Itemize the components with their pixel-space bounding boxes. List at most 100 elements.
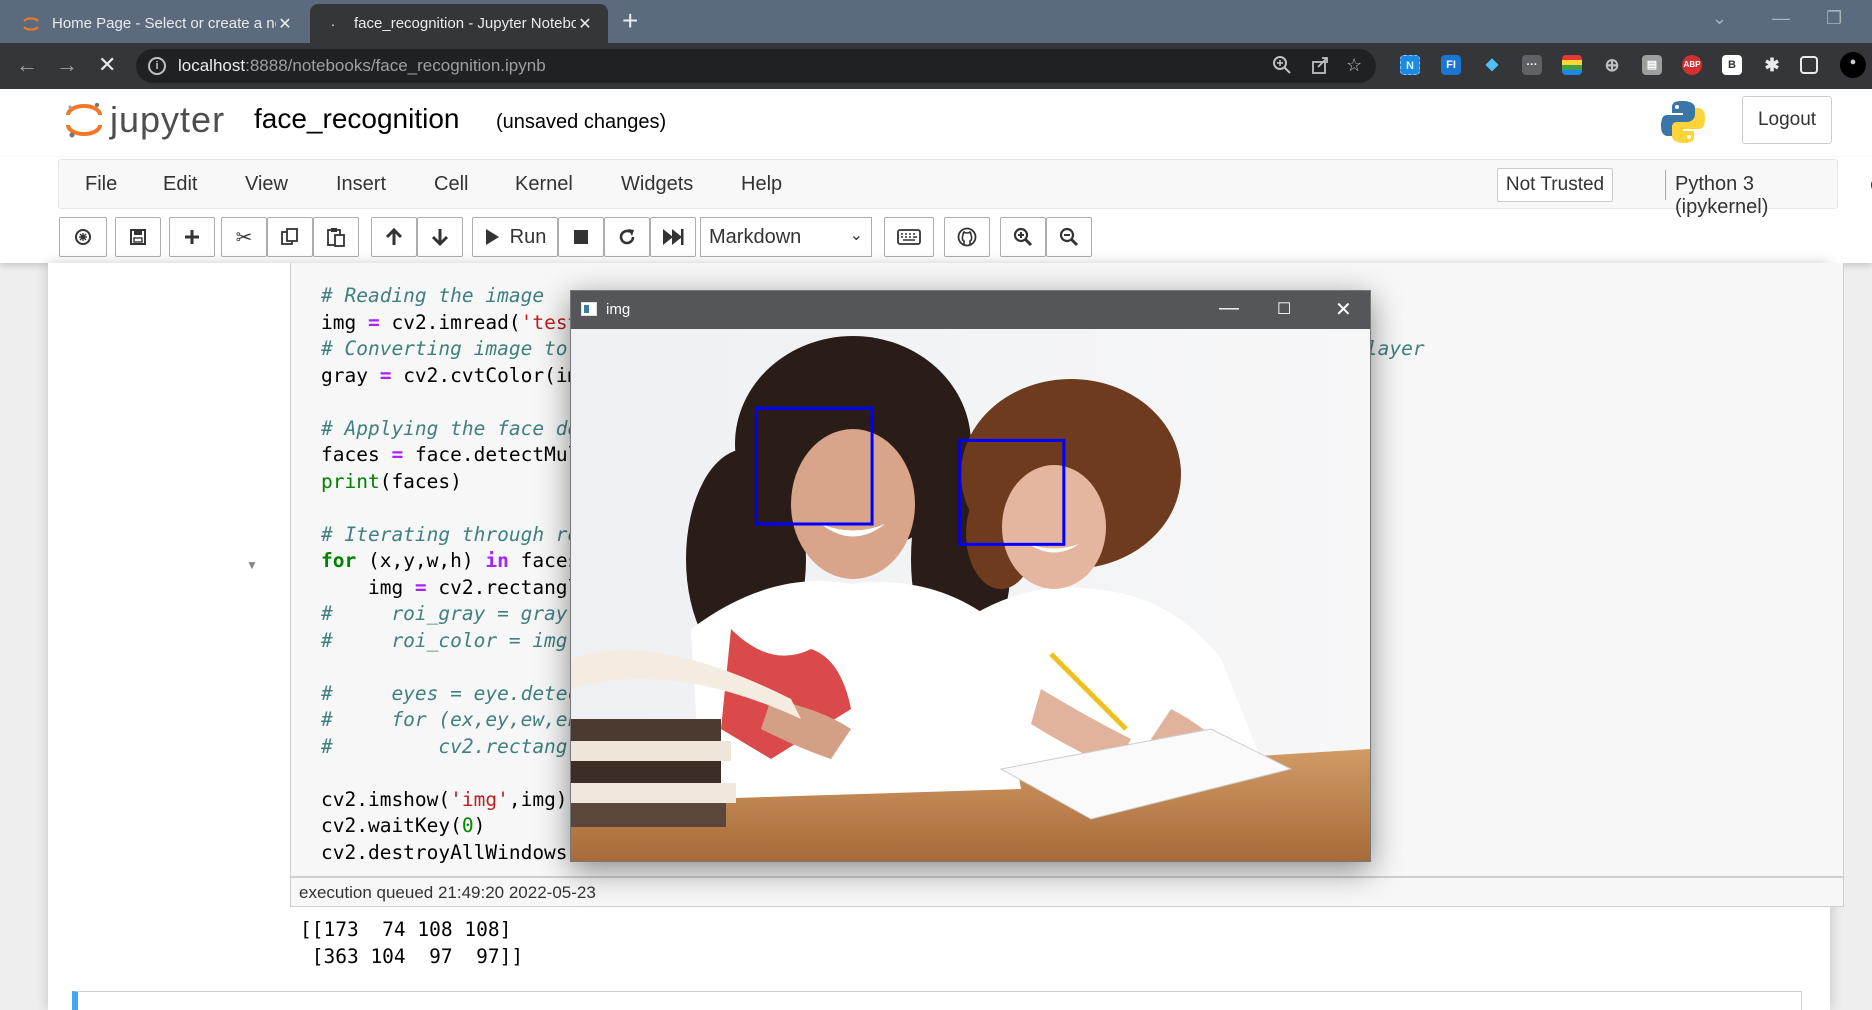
restart-icon <box>619 229 635 245</box>
stop-loading-icon[interactable]: ✕ <box>98 52 116 78</box>
zoom-in-button[interactable] <box>1000 217 1046 257</box>
logout-button[interactable]: Logout <box>1742 96 1832 144</box>
tab-close-icon[interactable]: ✕ <box>276 14 294 34</box>
extension-diamond-icon[interactable]: ◆ <box>1482 55 1502 75</box>
output-line: [[173 74 108 108] <box>300 918 512 941</box>
jupyter-logo-icon[interactable] <box>64 99 104 139</box>
copy-icon <box>281 228 298 245</box>
extension-globe-icon[interactable]: ⊕ <box>1602 55 1622 75</box>
github-button[interactable] <box>944 217 990 257</box>
menu-widgets[interactable]: Widgets <box>621 173 693 196</box>
loading-icon: · <box>330 15 336 32</box>
keyboard-shortcuts-button[interactable] <box>884 217 934 257</box>
command-palette-button[interactable] <box>59 217 107 257</box>
github-icon <box>957 227 977 247</box>
profile-avatar[interactable]: ● <box>1840 52 1866 78</box>
tab-title: Home Page - Select or create a notebook <box>52 15 276 32</box>
restart-button[interactable] <box>604 217 650 257</box>
extension-abp-icon[interactable]: ABP <box>1682 55 1702 75</box>
photo-two-students <box>571 329 1370 861</box>
menu-view[interactable]: View <box>245 173 288 196</box>
cell-type-select[interactable]: Markdown ⌄ <box>700 217 872 257</box>
detected-faces-image <box>571 329 1370 861</box>
minimize-icon[interactable]: — <box>1772 8 1790 29</box>
extension-fi-icon[interactable]: FI <box>1441 55 1461 75</box>
menu-edit[interactable]: Edit <box>163 173 197 196</box>
url-text[interactable]: localhost:8888/notebooks/face_recognitio… <box>178 56 546 76</box>
save-status: (unsaved changes) <box>496 111 667 133</box>
kernel-name[interactable]: Python 3 (ipykernel) <box>1675 173 1837 219</box>
opencv-image-window[interactable]: img — ☐ ✕ <box>570 290 1371 862</box>
chevron-down-icon: ⌄ <box>849 227 863 244</box>
extension-n-icon[interactable]: N <box>1400 55 1420 75</box>
interrupt-button[interactable] <box>558 217 604 257</box>
forward-icon[interactable]: → <box>56 52 78 78</box>
menu-cell[interactable]: Cell <box>434 173 468 196</box>
share-icon[interactable] <box>1310 55 1330 80</box>
cell-output: [[173 74 108 108] [363 104 97 97]] <box>300 917 523 970</box>
extension-stack-icon[interactable] <box>1562 55 1582 75</box>
side-panel-icon[interactable] <box>1800 56 1818 74</box>
menu-file[interactable]: File <box>85 173 117 196</box>
zoom-in-icon <box>1013 227 1033 247</box>
extensions-puzzle-icon[interactable]: ✱ <box>1762 55 1782 75</box>
browser-nav-bar: ← → ✕ i localhost:8888/notebooks/face_re… <box>0 43 1872 89</box>
maximize-icon[interactable]: ☐ <box>1277 299 1291 319</box>
paste-button[interactable] <box>313 217 359 257</box>
menu-insert[interactable]: Insert <box>336 173 386 196</box>
kernel-separator <box>1665 170 1666 200</box>
move-up-icon <box>385 227 403 245</box>
extension-printer-icon[interactable]: ▤ <box>1642 55 1662 75</box>
add-cell-icon <box>185 230 199 244</box>
output-line: [363 104 97 97]] <box>300 944 524 968</box>
notebook-name[interactable]: face_recognition <box>254 103 459 135</box>
tab-face-recognition[interactable]: · face_recognition - Jupyter Notebook ✕ <box>310 4 608 43</box>
jupyter-wordmark[interactable]: jupyter <box>110 99 225 141</box>
tab-search-icon[interactable]: ⌄ <box>1712 8 1727 29</box>
zoom-out-button[interactable] <box>1046 217 1092 257</box>
menu-help[interactable]: Help <box>741 173 782 196</box>
browser-tab-bar: Home Page - Select or create a notebook … <box>0 0 1872 43</box>
address-bar[interactable]: i localhost:8888/notebooks/face_recognit… <box>136 49 1376 83</box>
copy-button[interactable] <box>267 217 313 257</box>
run-button[interactable]: Run <box>472 217 558 257</box>
cell-type-value: Markdown <box>709 226 802 248</box>
new-tab-button[interactable]: + <box>622 6 638 36</box>
move-down-icon <box>431 229 449 247</box>
window-title: img <box>606 301 631 318</box>
tab-home-page[interactable]: Home Page - Select or create a notebook … <box>8 4 308 43</box>
window-titlebar[interactable]: img — ☐ ✕ <box>571 291 1370 329</box>
save-button[interactable] <box>115 217 161 257</box>
keyboard-icon <box>897 229 921 245</box>
bookmark-star-icon[interactable]: ☆ <box>1346 55 1362 76</box>
collapse-arrow-icon[interactable]: ▼ <box>246 558 258 572</box>
run-label: Run <box>509 225 547 248</box>
restore-icon[interactable]: ❐ <box>1826 8 1842 29</box>
menu-kernel[interactable]: Kernel <box>515 173 573 196</box>
stop-icon <box>574 230 588 244</box>
restart-run-all-button[interactable] <box>650 217 696 257</box>
insert-cell-button[interactable] <box>169 217 215 257</box>
python-logo-icon <box>1661 101 1705 143</box>
not-trusted-button[interactable]: Not Trusted <box>1497 168 1613 202</box>
cut-button[interactable]: ✂ <box>221 217 267 257</box>
site-info-icon[interactable]: i <box>148 57 166 75</box>
run-icon <box>485 229 499 245</box>
close-icon[interactable]: ✕ <box>1335 297 1352 322</box>
paste-icon <box>327 228 345 247</box>
minimize-icon[interactable]: — <box>1219 297 1239 320</box>
move-up-button[interactable] <box>371 217 417 257</box>
tab-close-icon[interactable]: ✕ <box>576 14 594 34</box>
menu-bar: File Edit View Insert Cell Kernel Widget… <box>58 159 1872 218</box>
tab-title: face_recognition - Jupyter Notebook <box>354 15 576 32</box>
back-icon[interactable]: ← <box>16 52 38 78</box>
jupyter-menubar-container: File Edit View Insert Cell Kernel Widget… <box>0 157 1872 263</box>
jupyter-favicon-icon <box>23 16 39 31</box>
jupyter-header: jupyter face_recognition (unsaved change… <box>0 89 1872 157</box>
move-down-button[interactable] <box>417 217 463 257</box>
zoom-icon[interactable] <box>1272 55 1292 80</box>
extension-b-icon[interactable]: B <box>1722 55 1742 75</box>
cut-icon: ✂ <box>235 226 253 249</box>
extension-dots-icon[interactable]: ··· <box>1522 55 1542 75</box>
next-cell[interactable] <box>72 991 1802 1010</box>
